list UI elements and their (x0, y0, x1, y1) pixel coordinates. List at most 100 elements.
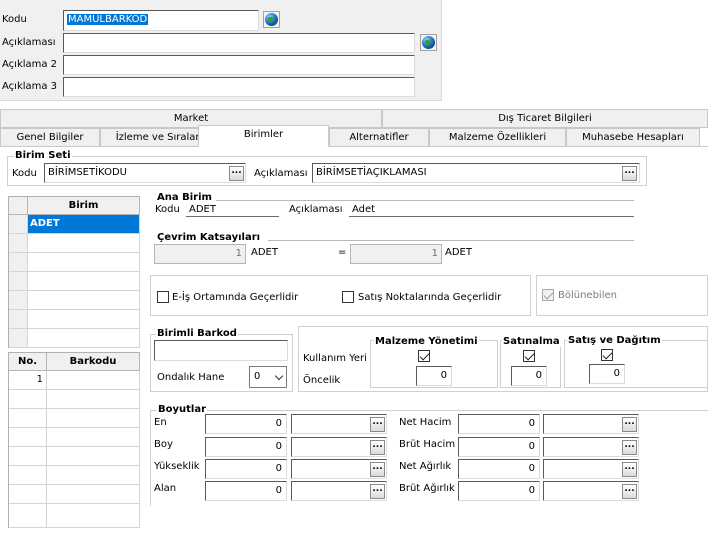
net-hacim-label: Net Hacim (399, 417, 452, 428)
tab-genel-bilgiler[interactable]: Genel Bilgiler (0, 128, 100, 147)
table-row[interactable]: ADET (28, 215, 140, 234)
ellipsis-icon[interactable]: ... (229, 166, 244, 181)
ondalik-select[interactable]: 0 (249, 366, 287, 388)
ana-birim-kodu-input[interactable]: ADET (186, 203, 279, 217)
ellipsis-icon[interactable]: ... (622, 462, 637, 477)
kodu-input[interactable]: MAMULBARKOD (63, 10, 259, 31)
birim-seti-aciklama-label: Açıklaması (254, 168, 308, 179)
brut-agirlik-input[interactable]: 0 (458, 481, 540, 501)
satis-dagitim-priority[interactable]: 0 (589, 364, 625, 384)
ellipsis-icon[interactable]: ... (370, 417, 385, 432)
tab-muhasebe[interactable]: Muhasebe Hesapları (566, 128, 700, 147)
aciklama2-input[interactable] (63, 55, 415, 75)
ana-birim-divider (216, 200, 634, 201)
table-row[interactable] (28, 310, 140, 329)
aciklama3-label: Açıklama 3 (2, 81, 58, 92)
ellipsis-icon[interactable]: ... (370, 462, 385, 477)
table-row[interactable]: 1 (9, 371, 47, 390)
kodu-value: MAMULBARKOD (67, 14, 149, 25)
aciklama3-input[interactable] (63, 77, 415, 97)
ellipsis-icon[interactable]: ... (370, 440, 385, 455)
row-indicator (9, 291, 28, 310)
birim-seti-aciklama-input[interactable]: BİRİMSETİAÇIKLAMASI (312, 163, 640, 183)
table-row[interactable] (28, 291, 140, 310)
birim-grid[interactable]: Birim ADET (8, 196, 140, 348)
en-label: En (154, 417, 167, 428)
satis-dagitim-group (564, 340, 708, 388)
table-row[interactable] (47, 447, 140, 466)
birim-seti-kodu-label: Kodu (12, 168, 37, 179)
net-agirlik-input[interactable]: 0 (458, 459, 540, 479)
aciklama-input[interactable] (63, 33, 415, 53)
table-row[interactable] (9, 466, 47, 485)
birimli-barkod-title: Birimli Barkod (156, 328, 238, 339)
brut-hacim-input[interactable]: 0 (458, 437, 540, 457)
satis-label: Satış Noktalarında Geçerlidir (358, 292, 502, 303)
cevrim-divider (268, 240, 634, 241)
ellipsis-icon[interactable]: ... (370, 484, 385, 499)
tab-malzeme-ozellikleri[interactable]: Malzeme Özellikleri (429, 128, 566, 147)
row-indicator (9, 234, 28, 253)
table-row[interactable] (9, 428, 47, 447)
ana-birim-aciklama-input[interactable]: Adet (349, 203, 634, 217)
ellipsis-icon[interactable]: ... (622, 484, 637, 499)
ellipsis-icon[interactable]: ... (622, 166, 637, 181)
birimli-barkod-input[interactable] (154, 340, 288, 361)
malzeme-yonetimi-title: Malzeme Yönetimi (374, 336, 479, 347)
ellipsis-icon[interactable]: ... (622, 440, 637, 455)
yukseklik-input[interactable]: 0 (205, 459, 287, 479)
globe-icon[interactable] (263, 11, 280, 28)
brut-agirlik-label: Brüt Ağırlık (399, 483, 455, 494)
boy-input[interactable]: 0 (205, 437, 287, 457)
birim-grid-header: Birim (28, 197, 140, 215)
table-row[interactable] (28, 253, 140, 272)
table-row[interactable] (28, 234, 140, 253)
table-row[interactable] (47, 390, 140, 409)
table-row[interactable] (47, 371, 140, 390)
barkod-grid-header-no: No. (9, 353, 47, 371)
satinalma-checkbox[interactable] (523, 350, 535, 362)
satis-dagitim-title: Satış ve Dağıtım (567, 335, 662, 346)
satis-checkbox[interactable] (342, 291, 354, 303)
barkod-grid[interactable]: No. Barkodu 1 (8, 352, 140, 528)
table-row[interactable] (9, 390, 47, 409)
yukseklik-label: Yükseklik (154, 461, 200, 472)
satis-dagitim-checkbox[interactable] (601, 349, 613, 361)
alan-input[interactable]: 0 (205, 481, 287, 501)
table-row[interactable] (47, 428, 140, 447)
row-indicator (9, 310, 28, 329)
cevrim-title: Çevrim Katsayıları (157, 232, 261, 243)
ondalik-value: 0 (254, 371, 261, 382)
table-row[interactable] (28, 272, 140, 291)
net-hacim-input[interactable]: 0 (458, 414, 540, 434)
en-input[interactable]: 0 (205, 414, 287, 434)
ana-birim-title: Ana Birim (157, 192, 212, 203)
table-row[interactable] (47, 466, 140, 485)
row-indicator (9, 272, 28, 291)
table-row[interactable] (9, 409, 47, 428)
bolunebilen-checkbox (542, 289, 554, 301)
cevrim-right-input: 1 (350, 244, 442, 264)
table-row[interactable] (9, 504, 47, 528)
table-row[interactable] (47, 504, 140, 528)
birim-seti-kodu-input[interactable]: BİRİMSETİKODU (44, 163, 246, 183)
brut-hacim-label: Brüt Hacim (399, 439, 456, 450)
tab-alternatifler[interactable]: Alternatifler (329, 128, 429, 147)
tab-birimler[interactable]: Birimler (198, 125, 329, 147)
malzeme-yonetimi-checkbox[interactable] (418, 350, 430, 362)
table-row[interactable] (9, 447, 47, 466)
table-row[interactable] (47, 409, 140, 428)
tab-content-border (0, 146, 708, 147)
globe-icon[interactable] (420, 34, 437, 51)
alan-label: Alan (154, 483, 177, 494)
boyutlar-title: Boyutlar (157, 404, 208, 415)
ana-birim-kodu-label: Kodu (155, 204, 180, 215)
eis-checkbox[interactable] (157, 291, 169, 303)
table-row[interactable] (9, 485, 47, 504)
table-row[interactable] (28, 329, 140, 348)
table-row[interactable] (47, 485, 140, 504)
ellipsis-icon[interactable]: ... (622, 417, 637, 432)
malzeme-yonetimi-priority[interactable]: 0 (416, 366, 452, 386)
satinalma-priority[interactable]: 0 (511, 366, 547, 386)
tab-dis-ticaret[interactable]: Dış Ticaret Bilgileri (382, 109, 708, 128)
